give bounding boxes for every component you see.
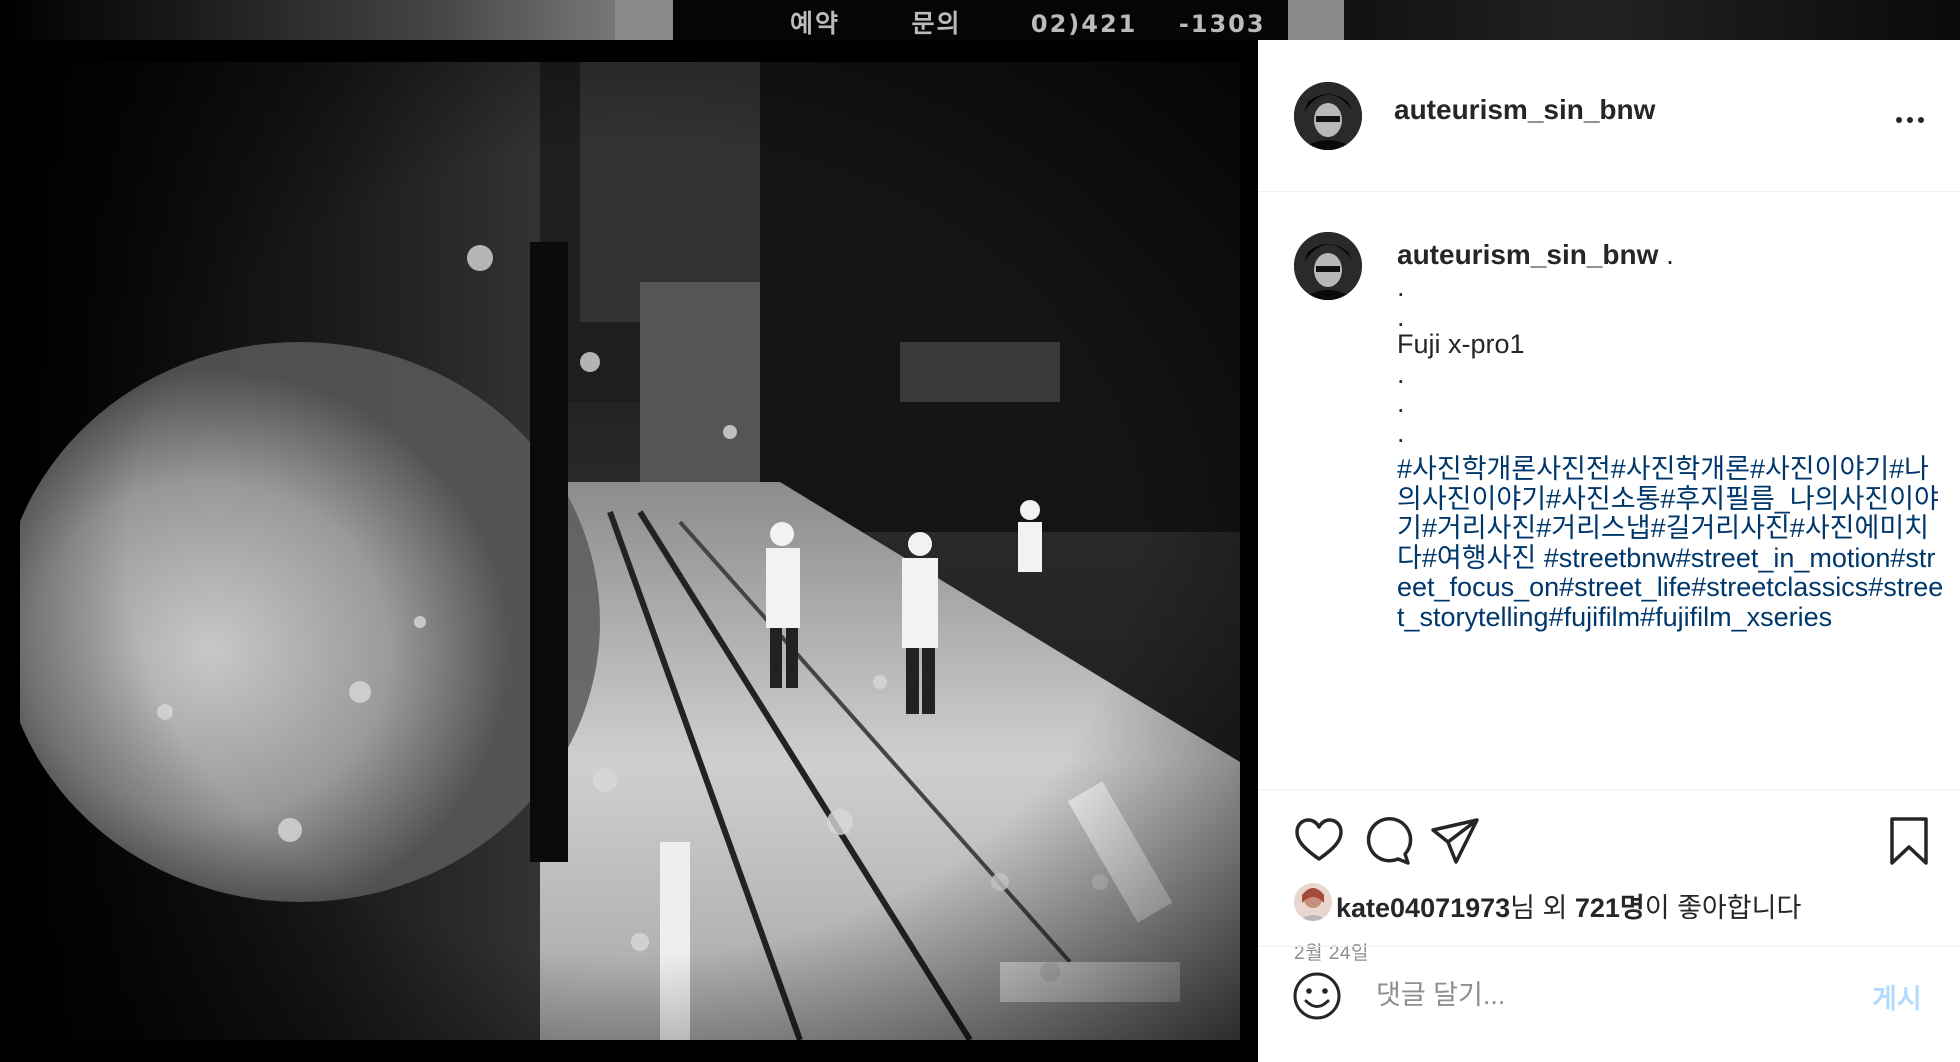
- caption-hashtags[interactable]: #사진학개론사진전#사진학개론#사진이야기#나의사진이야기#사진소통#후지필름_…: [1397, 454, 1945, 632]
- post-photo[interactable]: [20, 62, 1240, 1040]
- top-background-strip: 예약 문의 02)421 -1303: [0, 0, 1960, 40]
- caption-text: . . Fuji x-pro1 . . . #사진학개론사진전#사진학개론#사진…: [1397, 272, 1947, 632]
- caption-line: .: [1397, 301, 1405, 332]
- background-sign-text: 02)421: [1030, 10, 1138, 38]
- background-block: [615, 0, 673, 40]
- caption-line: .: [1397, 388, 1405, 418]
- avatar[interactable]: [1294, 232, 1362, 300]
- likes-text-end: 이 좋아합니다: [1644, 893, 1802, 923]
- likes-text: kate04071973님 외 721명이 좋아합니다: [1336, 886, 1801, 925]
- street-photo-image: [20, 62, 1240, 1040]
- caption-username[interactable]: auteurism_sin_bnw: [1397, 239, 1658, 270]
- caption-line: .: [1397, 417, 1405, 448]
- likes-count[interactable]: 721명: [1575, 893, 1645, 923]
- background-sign: 예약 문의 02)421 -1303: [790, 4, 1266, 40]
- liker-avatar[interactable]: [1294, 883, 1332, 921]
- comment-input[interactable]: [1376, 973, 1796, 1017]
- heart-icon[interactable]: [1292, 814, 1346, 868]
- paper-plane-icon[interactable]: [1428, 814, 1482, 868]
- background-block: [1288, 0, 1344, 40]
- bookmark-icon[interactable]: [1882, 814, 1936, 868]
- caption-line: Fuji x-pro1: [1397, 329, 1525, 359]
- comment-icon[interactable]: [1360, 814, 1414, 868]
- caption-area: auteurism_sin_bnw . . . Fuji x-pro1 . . …: [1258, 193, 1960, 789]
- caption-line: .: [1397, 272, 1405, 302]
- background-sign-text: -1303: [1178, 10, 1266, 38]
- likes-text-mid: 님 외: [1510, 893, 1575, 923]
- username[interactable]: auteurism_sin_bnw: [1394, 94, 1655, 126]
- caption-line: .: [1397, 358, 1405, 389]
- post-side-panel: auteurism_sin_bnw auteurism_sin_bnw . . …: [1258, 40, 1960, 1062]
- background-gradient: [0, 0, 615, 40]
- photo-container: [0, 40, 1258, 1062]
- post-comment-button[interactable]: 게시: [1872, 977, 1922, 1016]
- comment-form: 게시: [1258, 946, 1960, 1042]
- more-horizontal-icon[interactable]: [1890, 100, 1930, 140]
- background-sign-text: 문의: [911, 9, 962, 38]
- avatar[interactable]: [1294, 82, 1362, 150]
- background-dark-area: [1344, 0, 1960, 40]
- background-sign-text: 예약: [790, 9, 841, 38]
- post-header: auteurism_sin_bnw: [1258, 40, 1960, 192]
- caption-header: auteurism_sin_bnw .: [1397, 239, 1674, 271]
- smiley-icon[interactable]: [1290, 969, 1344, 1023]
- liker-username[interactable]: kate04071973: [1336, 893, 1510, 923]
- caption-line: .: [1658, 239, 1674, 270]
